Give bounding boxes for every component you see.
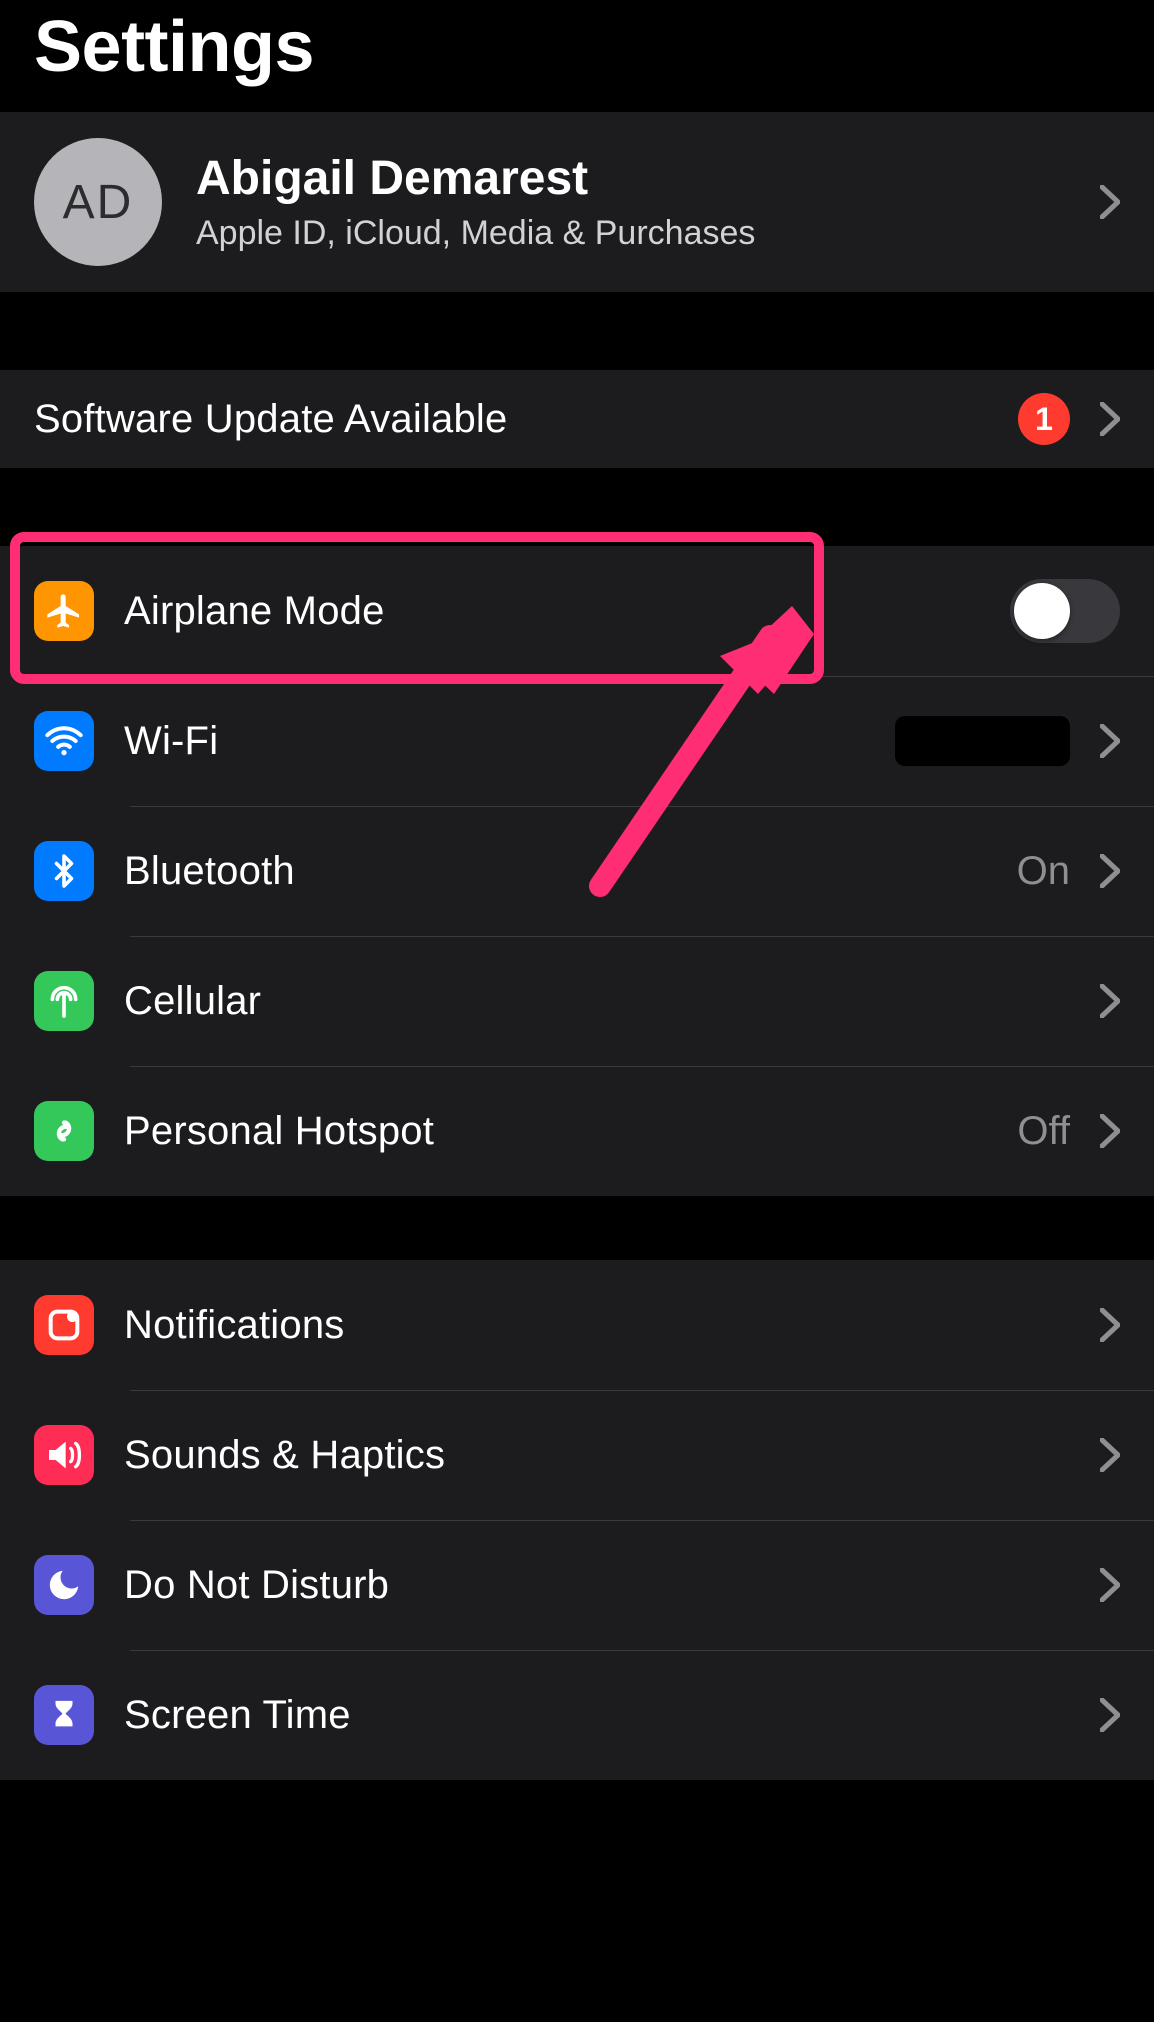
notifications-row[interactable]: Notifications [0,1260,1154,1390]
profile-row[interactable]: AD Abigail Demarest Apple ID, iCloud, Me… [0,112,1154,292]
notifications-icon [34,1295,94,1355]
sounds-row[interactable]: Sounds & Haptics [0,1390,1154,1520]
wifi-label: Wi-Fi [124,719,865,764]
screentime-label: Screen Time [124,1693,1070,1738]
cellular-label: Cellular [124,979,1070,1024]
software-update-row[interactable]: Software Update Available 1 [0,370,1154,468]
airplane-label: Airplane Mode [124,589,980,634]
group-profile: AD Abigail Demarest Apple ID, iCloud, Me… [0,112,1154,292]
group-system: Notifications Sounds & Haptics Do Not Di… [0,1260,1154,1780]
dnd-row[interactable]: Do Not Disturb [0,1520,1154,1650]
group-connectivity: Airplane Mode Wi-Fi Bluetooth On Cellula… [0,546,1154,1196]
wifi-value-redacted [895,716,1070,766]
cellular-icon [34,971,94,1031]
chevron-right-icon [1100,984,1120,1018]
group-gap [0,468,1154,546]
bluetooth-icon [34,841,94,901]
hotspot-label: Personal Hotspot [124,1109,987,1154]
dnd-label: Do Not Disturb [124,1563,1070,1608]
chevron-right-icon [1100,1114,1120,1148]
profile-subtitle: Apple ID, iCloud, Media & Purchases [196,214,1066,253]
chevron-right-icon [1100,1568,1120,1602]
sounds-label: Sounds & Haptics [124,1433,1070,1478]
software-update-label: Software Update Available [34,397,988,442]
avatar: AD [34,138,162,266]
page-title: Settings [0,0,1154,112]
chevron-right-icon [1100,185,1120,219]
airplane-icon [34,581,94,641]
group-software-update: Software Update Available 1 [0,370,1154,468]
chevron-right-icon [1100,1308,1120,1342]
chevron-right-icon [1100,724,1120,758]
bluetooth-value: On [1017,849,1070,894]
hourglass-icon [34,1685,94,1745]
notifications-label: Notifications [124,1303,1070,1348]
hotspot-value: Off [1017,1109,1070,1154]
group-gap [0,292,1154,370]
bluetooth-row[interactable]: Bluetooth On [0,806,1154,936]
profile-text: Abigail Demarest Apple ID, iCloud, Media… [196,151,1066,253]
cellular-row[interactable]: Cellular [0,936,1154,1066]
wifi-row[interactable]: Wi-Fi [0,676,1154,806]
group-gap [0,1196,1154,1260]
hotspot-icon [34,1101,94,1161]
airplane-mode-row[interactable]: Airplane Mode [0,546,1154,676]
chevron-right-icon [1100,1438,1120,1472]
chevron-right-icon [1100,1698,1120,1732]
moon-icon [34,1555,94,1615]
chevron-right-icon [1100,402,1120,436]
badge-count: 1 [1018,393,1070,445]
sounds-icon [34,1425,94,1485]
screentime-row[interactable]: Screen Time [0,1650,1154,1780]
wifi-icon [34,711,94,771]
hotspot-row[interactable]: Personal Hotspot Off [0,1066,1154,1196]
chevron-right-icon [1100,854,1120,888]
airplane-toggle[interactable] [1010,579,1120,643]
profile-name: Abigail Demarest [196,151,1066,206]
bluetooth-label: Bluetooth [124,849,987,894]
